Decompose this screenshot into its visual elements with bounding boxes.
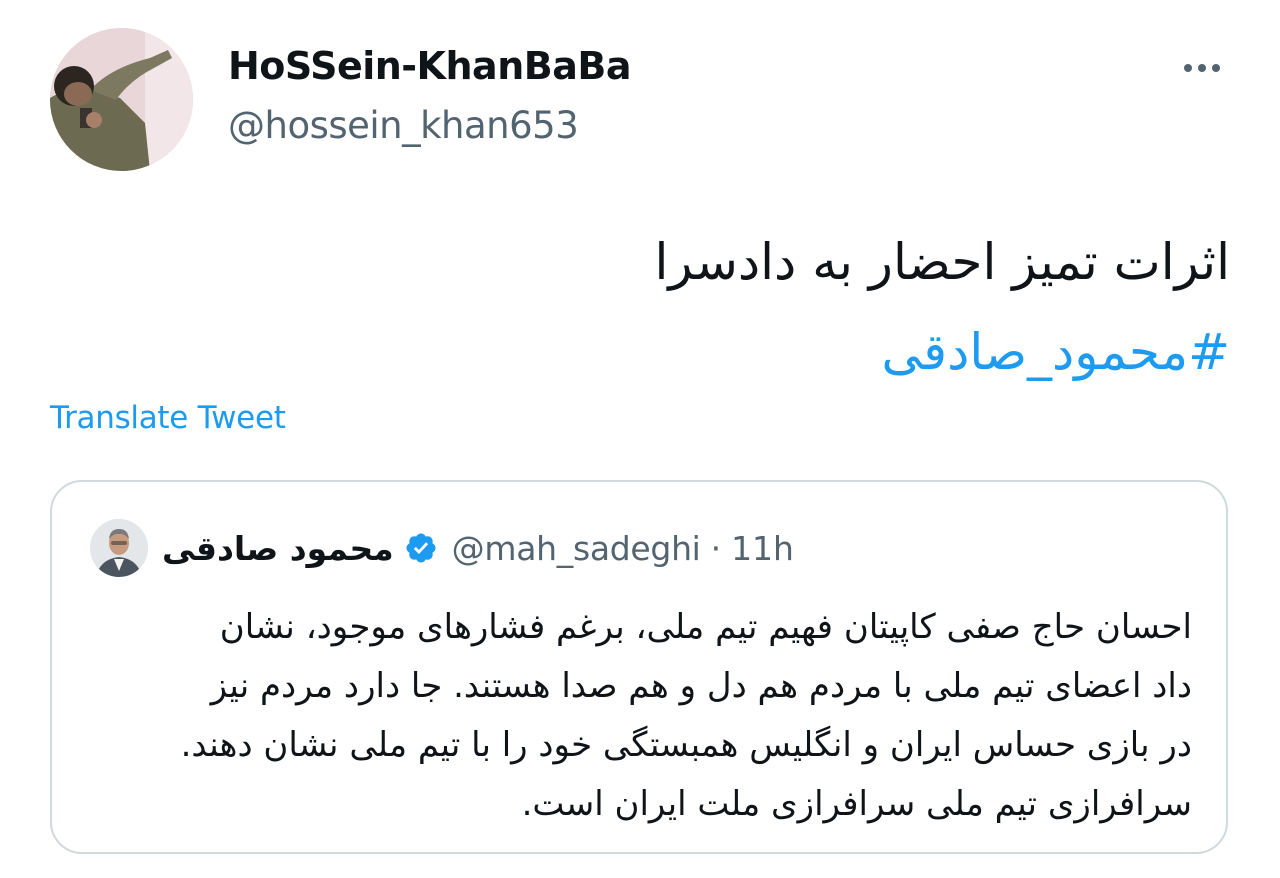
quoted-tweet-line: داد اعضای تیم ملی با مردم هم دل و هم صدا… (210, 666, 1192, 706)
author-avatar-image (50, 28, 193, 171)
translate-tweet-link[interactable]: Translate Tweet (50, 400, 286, 436)
more-horizontal-icon (1184, 64, 1220, 72)
quoted-tweet-line: سرافرازی تیم ملی سرافرازی ملت ایران است. (521, 784, 1192, 824)
quoted-tweet-text: احسان حاج صفی کاپیتان فهیم تیم ملی، برغم… (92, 598, 1192, 834)
quoted-author-name[interactable]: محمود صادقی (162, 529, 394, 568)
more-options-button[interactable] (1170, 44, 1234, 92)
quoted-tweet-card[interactable]: محمود صادقی @mah_sadeghi · 11h احسان حاج… (50, 480, 1228, 854)
quoted-author-avatar-image (90, 519, 148, 577)
author-handle[interactable]: @hossein_khan653 (228, 104, 579, 147)
tweet-container: HoSSein-KhanBaBa @hossein_khan653 اثرات … (0, 0, 1280, 878)
author-avatar[interactable] (50, 28, 193, 171)
quoted-tweet-line: در بازی حساس ایران و انگلیس همبستگی خود … (180, 725, 1192, 765)
tweet-text: اثرات تمیز احضار به دادسرا (654, 233, 1231, 291)
quoted-author-avatar[interactable] (90, 519, 148, 577)
header-separator: · (710, 528, 722, 568)
tweet-hashtag-link[interactable]: #محمود_صادقی (882, 322, 1231, 382)
verified-badge-icon (406, 533, 436, 563)
quoted-author-handle[interactable]: @mah_sadeghi (452, 529, 701, 568)
quoted-tweet-header: محمود صادقی @mah_sadeghi · 11h (90, 518, 794, 578)
author-display-name[interactable]: HoSSein-KhanBaBa (228, 44, 631, 88)
quoted-tweet-line: احسان حاج صفی کاپیتان فهیم تیم ملی، برغم… (219, 607, 1192, 647)
quoted-tweet-timestamp[interactable]: 11h (731, 529, 794, 568)
